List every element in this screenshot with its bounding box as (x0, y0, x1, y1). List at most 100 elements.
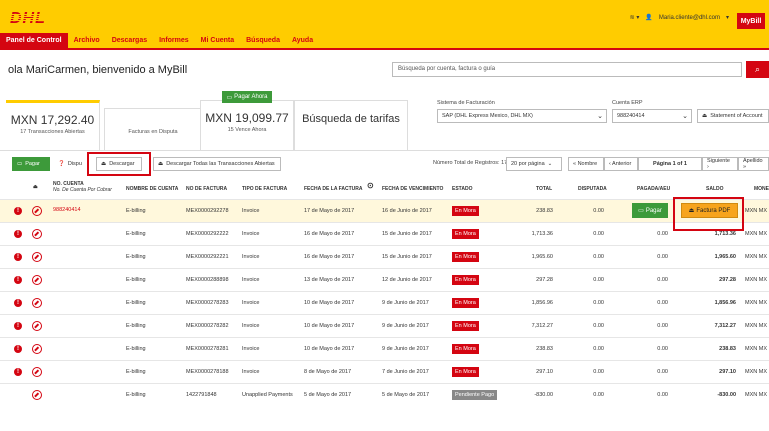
table-row[interactable]: ! E-billing MEX0000278281 Invoice 10 de Mayo… (0, 337, 769, 360)
chevron-down-icon[interactable]: ▾ (726, 14, 729, 21)
cell-balance: 1,856.96 (714, 300, 736, 306)
statement-button[interactable]: ⏏ Statement of Account (697, 109, 769, 123)
row-pay-button[interactable]: ▭ Pagar (632, 203, 668, 218)
nav-archivo[interactable]: Archivo (68, 33, 106, 48)
cell-client: E-billing (126, 231, 146, 237)
cell-type: Invoice (242, 323, 260, 329)
cell-paid: 0.00 (657, 254, 668, 260)
download-all-button[interactable]: ⏏ Descargar Todas las Transacciones Abier… (153, 157, 281, 171)
col-invoice-type[interactable]: TIPO DE FACTURA (242, 186, 287, 192)
notification-icon[interactable]: ≋ ▾ (630, 14, 640, 21)
col-disputed[interactable]: DISPUTADA (578, 186, 607, 192)
dispute-button[interactable]: ❓ Dispu (54, 157, 88, 171)
cell-client: E-billing (126, 254, 146, 260)
col-paid[interactable]: PAGADA/AEU (637, 186, 670, 192)
header-download-icon[interactable]: ⏏ (33, 184, 38, 190)
dhl-logo[interactable]: DHL (10, 10, 46, 28)
cell-date: 17 de Mayo de 2017 (304, 208, 355, 214)
alert-icon: ! (14, 345, 22, 353)
disputed-label: Facturas en Disputa (128, 129, 178, 135)
open-count: 17 Transacciones Abiertas (20, 129, 85, 135)
search-button[interactable]: ⌕ (746, 61, 769, 78)
rates-search-card[interactable]: Búsqueda de tarifas (294, 100, 408, 150)
next-page-button[interactable]: Siguiente › (702, 157, 738, 171)
cell-type: Invoice (242, 277, 260, 283)
search-input[interactable]: Búsqueda por cuenta, factura o guía (392, 62, 742, 77)
cell-type: Invoice (242, 369, 260, 375)
last-page-button[interactable]: Apellido » (738, 157, 769, 171)
nav-panel-de-control[interactable]: Panel de Control (0, 33, 68, 48)
cell-date: 8 de Mayo de 2017 (304, 369, 352, 375)
no-entry-icon[interactable] (32, 321, 42, 331)
credit-card-icon: ▭ (17, 161, 23, 167)
account-link[interactable]: 988240414 (53, 207, 81, 213)
open-transactions-card[interactable]: MXN 17,292.40 17 Transacciones Abiertas (6, 100, 100, 150)
column-settings-icon[interactable]: ⊙ (367, 181, 374, 190)
col-account[interactable]: NO. CUENTA No. De Cuenta Por Cobrar (53, 181, 112, 193)
cell-currency: MXN MX (745, 369, 767, 375)
pay-button[interactable]: ▭ Pagar (12, 157, 50, 171)
pay-now-button[interactable]: ▭ Pagar Ahora (222, 91, 272, 103)
due-now-card[interactable]: MXN 19,099.77 15 Vence Ahora (200, 100, 294, 150)
table-row[interactable]: ! E-billing MEX0000278188 Invoice 8 de Mayo … (0, 360, 769, 383)
cell-disputed: 0.00 (593, 369, 604, 375)
col-status[interactable]: ESTADO (452, 186, 472, 192)
col-total[interactable]: TOTAL (536, 186, 552, 192)
billing-system-label: Sistema de Facturación (437, 100, 495, 106)
prev-page-button[interactable]: ‹ Anterior (604, 157, 638, 171)
no-entry-icon[interactable] (32, 344, 42, 354)
no-entry-icon[interactable] (32, 298, 42, 308)
question-icon: ❓ (58, 161, 65, 167)
cell-due: 9 de Junio de 2017 (382, 300, 429, 306)
no-entry-icon[interactable] (32, 252, 42, 262)
cell-currency: MXN MX (745, 231, 767, 237)
disputed-card[interactable]: Facturas en Disputa (104, 108, 202, 150)
nav-ayuda[interactable]: Ayuda (286, 33, 319, 48)
mybill-button[interactable]: MyBill (737, 13, 765, 29)
nav-busqueda[interactable]: Búsqueda (240, 33, 286, 48)
alert-icon: ! (14, 299, 22, 307)
cell-currency: MXN MX (745, 346, 767, 352)
first-page-button[interactable]: « Nombre (568, 157, 604, 171)
highlight-frame-pdf (673, 197, 744, 231)
table-row[interactable]: ! E-billing MEX0000288898 Invoice 13 de Mayo… (0, 268, 769, 291)
download-icon: ⏏ (158, 161, 164, 167)
cell-total: 1,965.60 (531, 254, 553, 260)
status-badge: En Mora (452, 321, 479, 331)
nav-mi-cuenta[interactable]: Mi Cuenta (195, 33, 240, 48)
billing-system-select[interactable]: SAP (DHL Express Mexico, DHL MX) ⌄ (437, 109, 607, 123)
table-row[interactable]: ! E-billing MEX0000292221 Invoice 16 de Mayo… (0, 245, 769, 268)
nav-informes[interactable]: Informes (153, 33, 195, 48)
cell-due: 15 de Junio de 2017 (382, 231, 432, 237)
search-icon: ⌕ (754, 64, 761, 74)
col-invoice-date[interactable]: FECHA DE LA FACTURA (304, 186, 363, 192)
per-page-select[interactable]: 20 por página ⌄ (506, 157, 562, 171)
no-entry-icon[interactable] (32, 367, 42, 377)
no-entry-icon[interactable] (32, 275, 42, 285)
table-row[interactable]: ! E-billing MEX0000278283 Invoice 10 de Mayo… (0, 291, 769, 314)
erp-account-select[interactable]: 988240414 ⌄ (612, 109, 692, 123)
col-balance[interactable]: SALDO (706, 186, 724, 192)
user-email[interactable]: Maria.cliente@dhl.com (659, 15, 720, 21)
table-row[interactable]: ! 988240414 E-billing MEX0000292278 Invoice 1… (0, 199, 769, 222)
table-row[interactable]: ! E-billing MEX0000292222 Invoice 16 de Mayo… (0, 222, 769, 245)
cell-inv: 1422791848 (186, 392, 217, 398)
col-client[interactable]: NOMBRE DE CUENTA (126, 186, 178, 192)
no-entry-icon[interactable] (32, 390, 42, 400)
cell-type: Invoice (242, 231, 260, 237)
no-entry-icon[interactable] (32, 206, 42, 216)
col-currency[interactable]: MONE (754, 186, 769, 192)
cell-balance: 297.28 (719, 277, 736, 283)
no-entry-icon[interactable] (32, 229, 42, 239)
cell-client: E-billing (126, 277, 146, 283)
col-invoice-no[interactable]: NO DE FACTURA (186, 186, 227, 192)
table-row[interactable]: ! E-billing MEX0000278282 Invoice 10 de Mayo… (0, 314, 769, 337)
table-row[interactable]: E-billing 1422791848 Unapplied Payments 5 d… (0, 383, 769, 406)
status-badge: En Mora (452, 252, 479, 262)
status-badge: En Mora (452, 298, 479, 308)
cell-client: E-billing (126, 300, 146, 306)
nav-descargas[interactable]: Descargas (106, 33, 153, 48)
chevron-down-icon: ⌄ (682, 113, 688, 120)
col-due-date[interactable]: FECHA DE VENCIMIENTO (382, 186, 443, 192)
cell-currency: MXN MX (745, 323, 767, 329)
